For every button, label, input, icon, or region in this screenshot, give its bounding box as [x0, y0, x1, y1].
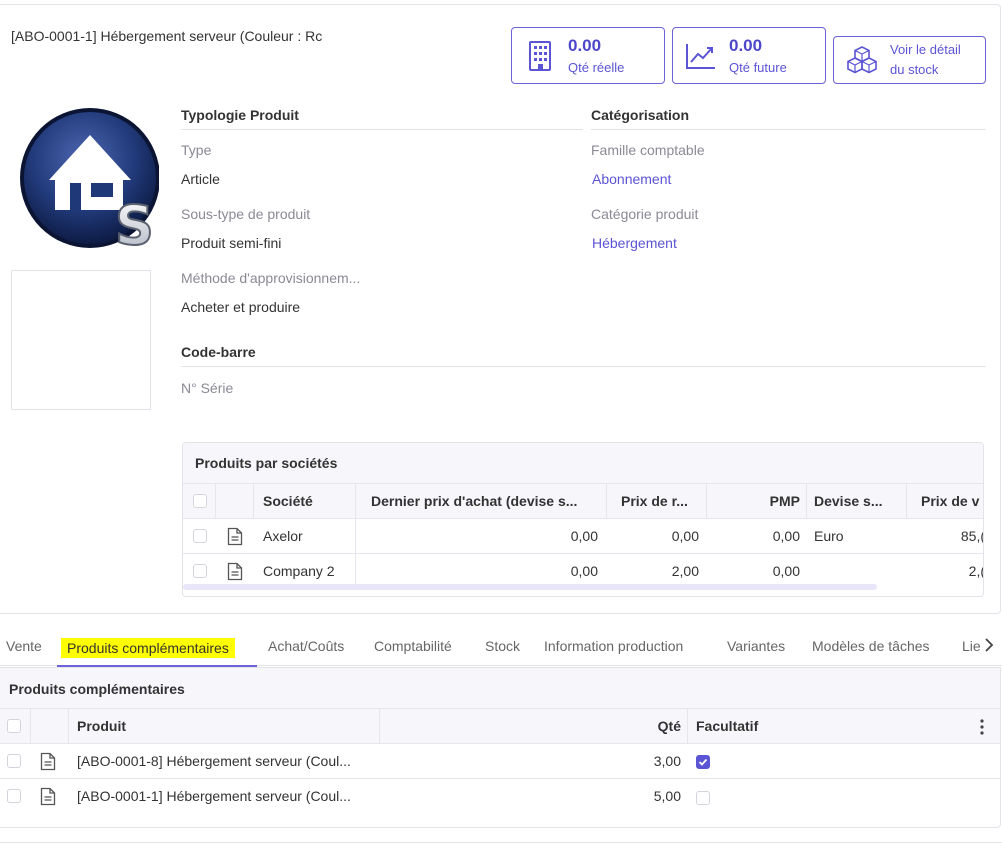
barcode-heading: Code-barre [181, 344, 986, 367]
product-title: [ABO-0001-1] Hébergement serveur (Couleu… [11, 28, 323, 44]
optional-checkbox[interactable] [696, 755, 710, 769]
pmp-cell: 0,00 [772, 528, 800, 544]
col-product[interactable]: Produit [77, 709, 277, 743]
real-qty-value: 0.00 [568, 36, 602, 55]
complementary-grid-header: Produit Qté Facultatif [0, 708, 1000, 743]
accounting-family-link[interactable]: Abonnement [592, 171, 671, 187]
companies-grid-header: Société Dernier prix d'achat (devise s..… [183, 483, 983, 518]
col-pmp[interactable]: PMP [706, 484, 800, 518]
product-category-label: Catégorie produit [591, 206, 699, 222]
subtype-label: Sous-type de produit [181, 206, 311, 222]
last-price-cell: 0,00 [570, 528, 598, 544]
row-checkbox[interactable] [193, 529, 207, 543]
document-icon[interactable] [40, 787, 56, 806]
col-last-purchase-price[interactable]: Dernier prix d'achat (devise s... [371, 484, 599, 518]
horizontal-scrollbar[interactable] [183, 584, 877, 590]
last-price-cell: 0,00 [570, 563, 598, 579]
col-cost-price[interactable]: Prix de r... [621, 484, 701, 518]
accounting-family-label: Famille comptable [591, 142, 705, 158]
qty-cell: 3,00 [653, 753, 681, 769]
tab-vente[interactable]: Vente [6, 638, 42, 654]
form-tabs: Vente Produits complémentaires Achat/Coû… [0, 630, 1002, 667]
col-company[interactable]: Société [263, 484, 353, 518]
optional-checkbox[interactable] [696, 791, 710, 805]
future-qty-button[interactable]: 0.00 Qté future [672, 27, 826, 84]
stock-detail-button[interactable]: Voir le détail du stock [833, 36, 986, 84]
sale-price-cell: 85,( [960, 528, 984, 544]
sale-price-cell: 2,( [968, 563, 984, 579]
row-checkbox[interactable] [193, 564, 207, 578]
stock-detail-line2: du stock [890, 62, 939, 77]
table-row[interactable]: Company 2 0,00 2,00 0,00 2,( [183, 553, 983, 588]
col-currency[interactable]: Devise s... [814, 484, 894, 518]
future-qty-value: 0.00 [729, 36, 763, 55]
row-checkbox[interactable] [7, 789, 21, 803]
categorisation-heading: Catégorisation [591, 107, 986, 130]
product-cell: [ABO-0001-1] Hébergement serveur (Coul..… [77, 788, 351, 804]
pmp-cell: 0,00 [772, 563, 800, 579]
product-cell: [ABO-0001-8] Hébergement serveur (Coul..… [77, 753, 351, 769]
supply-method-label: Méthode d'approvisionnem... [181, 270, 361, 286]
col-optional[interactable]: Facultatif [696, 709, 796, 743]
complementary-products-grid: Produits complémentaires Produit Qté Fac… [0, 667, 1001, 828]
table-row[interactable]: Axelor 0,00 0,00 0,00 Euro 85,( [183, 518, 983, 553]
tab-variantes[interactable]: Variantes [727, 638, 785, 654]
cost-cell: 2,00 [671, 563, 699, 579]
tab-information-production[interactable]: Information production [544, 638, 683, 654]
more-vertical-icon[interactable] [980, 709, 990, 743]
col-qty[interactable]: Qté [382, 709, 681, 743]
row-checkbox[interactable] [7, 754, 21, 768]
document-icon[interactable] [227, 562, 243, 581]
svg-text:S: S [115, 194, 154, 249]
type-label: Type [181, 142, 212, 158]
house-s-logo-icon: S [19, 107, 160, 258]
page-divider [0, 842, 1002, 843]
future-qty-label: Qté future [729, 60, 787, 75]
select-all-checkbox[interactable] [193, 494, 207, 508]
companies-grid-title: Produits par sociétés [183, 443, 983, 483]
typology-heading: Typologie Produit [181, 107, 583, 130]
complementary-grid-title: Produits complémentaires [0, 668, 1000, 708]
type-value[interactable]: Article [181, 171, 220, 187]
company-cell: Axelor [263, 528, 303, 544]
tab-modeles-taches[interactable]: Modèles de tâches [812, 638, 930, 654]
tab-comptabilite[interactable]: Comptabilité [374, 638, 452, 654]
tab-stock[interactable]: Stock [485, 638, 520, 654]
cost-cell: 0,00 [671, 528, 699, 544]
company-cell: Company 2 [263, 563, 335, 579]
secondary-image-placeholder[interactable] [11, 270, 151, 410]
real-qty-button[interactable]: 0.00 Qté réelle [511, 27, 665, 84]
tab-lie[interactable]: Lie [962, 638, 981, 654]
boxes-icon [834, 45, 890, 75]
chevron-right-icon[interactable] [984, 638, 994, 655]
serial-number-label: N° Série [181, 380, 234, 396]
building-icon [512, 40, 568, 71]
qty-cell: 5,00 [653, 788, 681, 804]
select-all-checkbox[interactable] [7, 719, 21, 733]
stock-detail-line1: Voir le détail [890, 42, 961, 57]
col-sale-price[interactable]: Prix de v [921, 484, 983, 518]
document-icon[interactable] [227, 527, 243, 546]
real-qty-label: Qté réelle [568, 60, 625, 75]
table-row[interactable]: [ABO-0001-8] Hébergement serveur (Coul..… [0, 743, 1000, 778]
supply-method-value[interactable]: Acheter et produire [181, 299, 300, 315]
companies-grid: Produits par sociétés Société Dernier pr… [182, 442, 984, 597]
currency-cell: Euro [814, 528, 844, 544]
tab-achat-couts[interactable]: Achat/Coûts [268, 638, 344, 654]
product-category-link[interactable]: Hébergement [592, 235, 677, 251]
tab-produits-complementaires[interactable]: Produits complémentaires [61, 638, 235, 658]
subtype-value[interactable]: Produit semi-fini [181, 235, 281, 251]
table-row[interactable]: [ABO-0001-1] Hébergement serveur (Coul..… [0, 778, 1000, 813]
currency-cell [814, 554, 894, 588]
chart-up-icon [673, 42, 729, 70]
document-icon[interactable] [40, 752, 56, 771]
